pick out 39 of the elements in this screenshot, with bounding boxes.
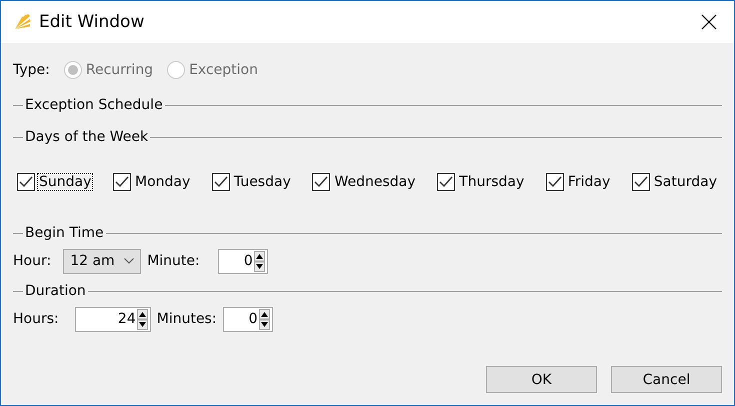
- number-field[interactable]: 0: [222, 306, 273, 332]
- fan-logo-icon: [13, 13, 31, 31]
- checkbox[interactable]: [113, 173, 131, 191]
- chevron-down-icon: [124, 258, 134, 264]
- checkbox-label[interactable]: Friday: [566, 174, 612, 190]
- number-value: 24: [118, 311, 136, 327]
- close-icon: [701, 14, 717, 30]
- number-value: 0: [248, 311, 258, 327]
- checkbox[interactable]: [632, 173, 650, 191]
- checkbox-label[interactable]: Sunday: [38, 174, 92, 190]
- group-title: Duration: [24, 283, 87, 299]
- number-field[interactable]: 0: [218, 248, 268, 274]
- dialog-button[interactable]: Cancel: [611, 366, 722, 393]
- checkbox-label[interactable]: Monday: [134, 174, 192, 190]
- checkbox-label[interactable]: Saturday: [652, 174, 718, 190]
- spinner-arrows-icon[interactable]: [254, 250, 265, 272]
- checkbox[interactable]: [212, 173, 230, 191]
- hours-label: Hours:: [13, 311, 59, 327]
- group-title: Days of the Week: [24, 129, 150, 145]
- window-title: Edit Window: [39, 12, 146, 32]
- checkbox[interactable]: [17, 173, 35, 191]
- checkbox[interactable]: [546, 173, 564, 191]
- spinner-arrows-icon[interactable]: [136, 308, 148, 330]
- group-title: Begin Time: [24, 225, 105, 241]
- spinner-arrows-icon[interactable]: [258, 308, 270, 330]
- hour-label: Hour:: [13, 253, 52, 269]
- type-label: Type:: [13, 62, 50, 78]
- checkbox-label[interactable]: Tuesday: [232, 174, 292, 190]
- hour-dropdown[interactable]: 12 am: [63, 248, 142, 274]
- checkbox-label[interactable]: Thursday: [458, 174, 526, 190]
- checkbox[interactable]: [312, 173, 330, 191]
- number-field[interactable]: 24: [74, 306, 151, 332]
- minutes-label: Minutes:: [156, 311, 217, 327]
- checkbox-label[interactable]: Wednesday: [333, 174, 417, 190]
- dialog-button[interactable]: OK: [486, 366, 597, 393]
- checkbox[interactable]: [437, 173, 456, 191]
- minute-label: Minute:: [147, 253, 200, 269]
- group-title: Exception Schedule: [24, 97, 164, 113]
- number-value: 0: [244, 253, 253, 269]
